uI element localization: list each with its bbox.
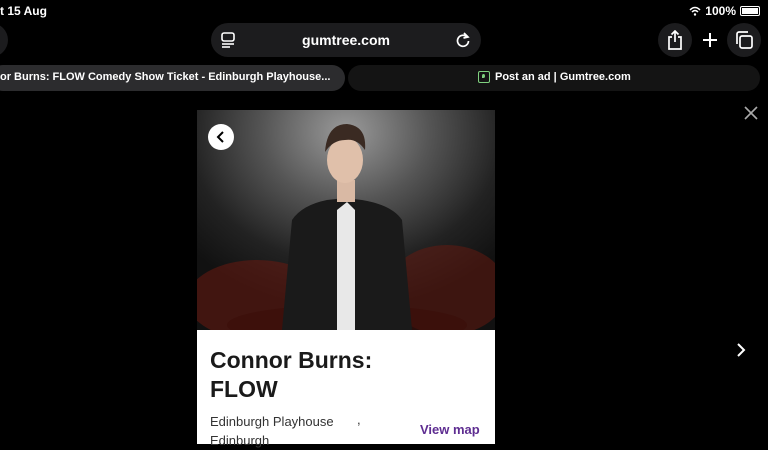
event-info-card: Connor Burns: FLOW Edinburgh Playhouse E… [197, 330, 495, 448]
gumtree-favicon-icon [478, 71, 490, 83]
status-time: t 15 Aug [0, 4, 47, 18]
tabs-icon [736, 31, 753, 49]
plus-icon [703, 33, 717, 47]
back-button[interactable] [208, 124, 234, 150]
tabs-overview-button[interactable] [727, 23, 761, 57]
chevron-left-icon [216, 131, 224, 143]
status-bar: t 15 Aug 100% [0, 0, 768, 22]
view-map-link[interactable]: View map [420, 422, 480, 437]
venue-city: Edinburgh [210, 433, 270, 448]
url-text[interactable]: gumtree.com [211, 32, 481, 48]
venue-address: Edinburgh Playhouse Edinburgh [210, 412, 334, 450]
sidebar-button[interactable] [0, 23, 8, 57]
tab-event[interactable]: or Burns: FLOW Comedy Show Ticket - Edin… [0, 65, 345, 91]
tab-post-ad[interactable]: Post an ad | Gumtree.com [348, 65, 760, 91]
new-tab-button[interactable] [693, 23, 727, 57]
close-icon[interactable] [744, 106, 758, 120]
chevron-right-icon[interactable] [734, 342, 748, 358]
tab-event-label: or Burns: FLOW Comedy Show Ticket - Edin… [0, 71, 331, 83]
address-bar[interactable]: gumtree.com [211, 23, 481, 57]
tab-strip: or Burns: FLOW Comedy Show Ticket - Edin… [0, 65, 768, 93]
battery-percent: 100% [705, 4, 736, 18]
share-button[interactable] [658, 23, 692, 57]
performer-photo-illustration [197, 124, 495, 330]
status-indicators: 100% [689, 4, 760, 18]
wifi-icon [689, 6, 701, 16]
venue-name: Edinburgh Playhouse [210, 414, 334, 429]
reload-icon[interactable] [456, 32, 470, 48]
share-icon [668, 30, 682, 50]
battery-icon [740, 6, 760, 16]
event-title: Connor Burns: FLOW [210, 347, 373, 402]
tab-post-ad-label: Post an ad | Gumtree.com [495, 71, 631, 83]
venue-comma: , [357, 412, 361, 427]
event-photo [197, 110, 495, 330]
